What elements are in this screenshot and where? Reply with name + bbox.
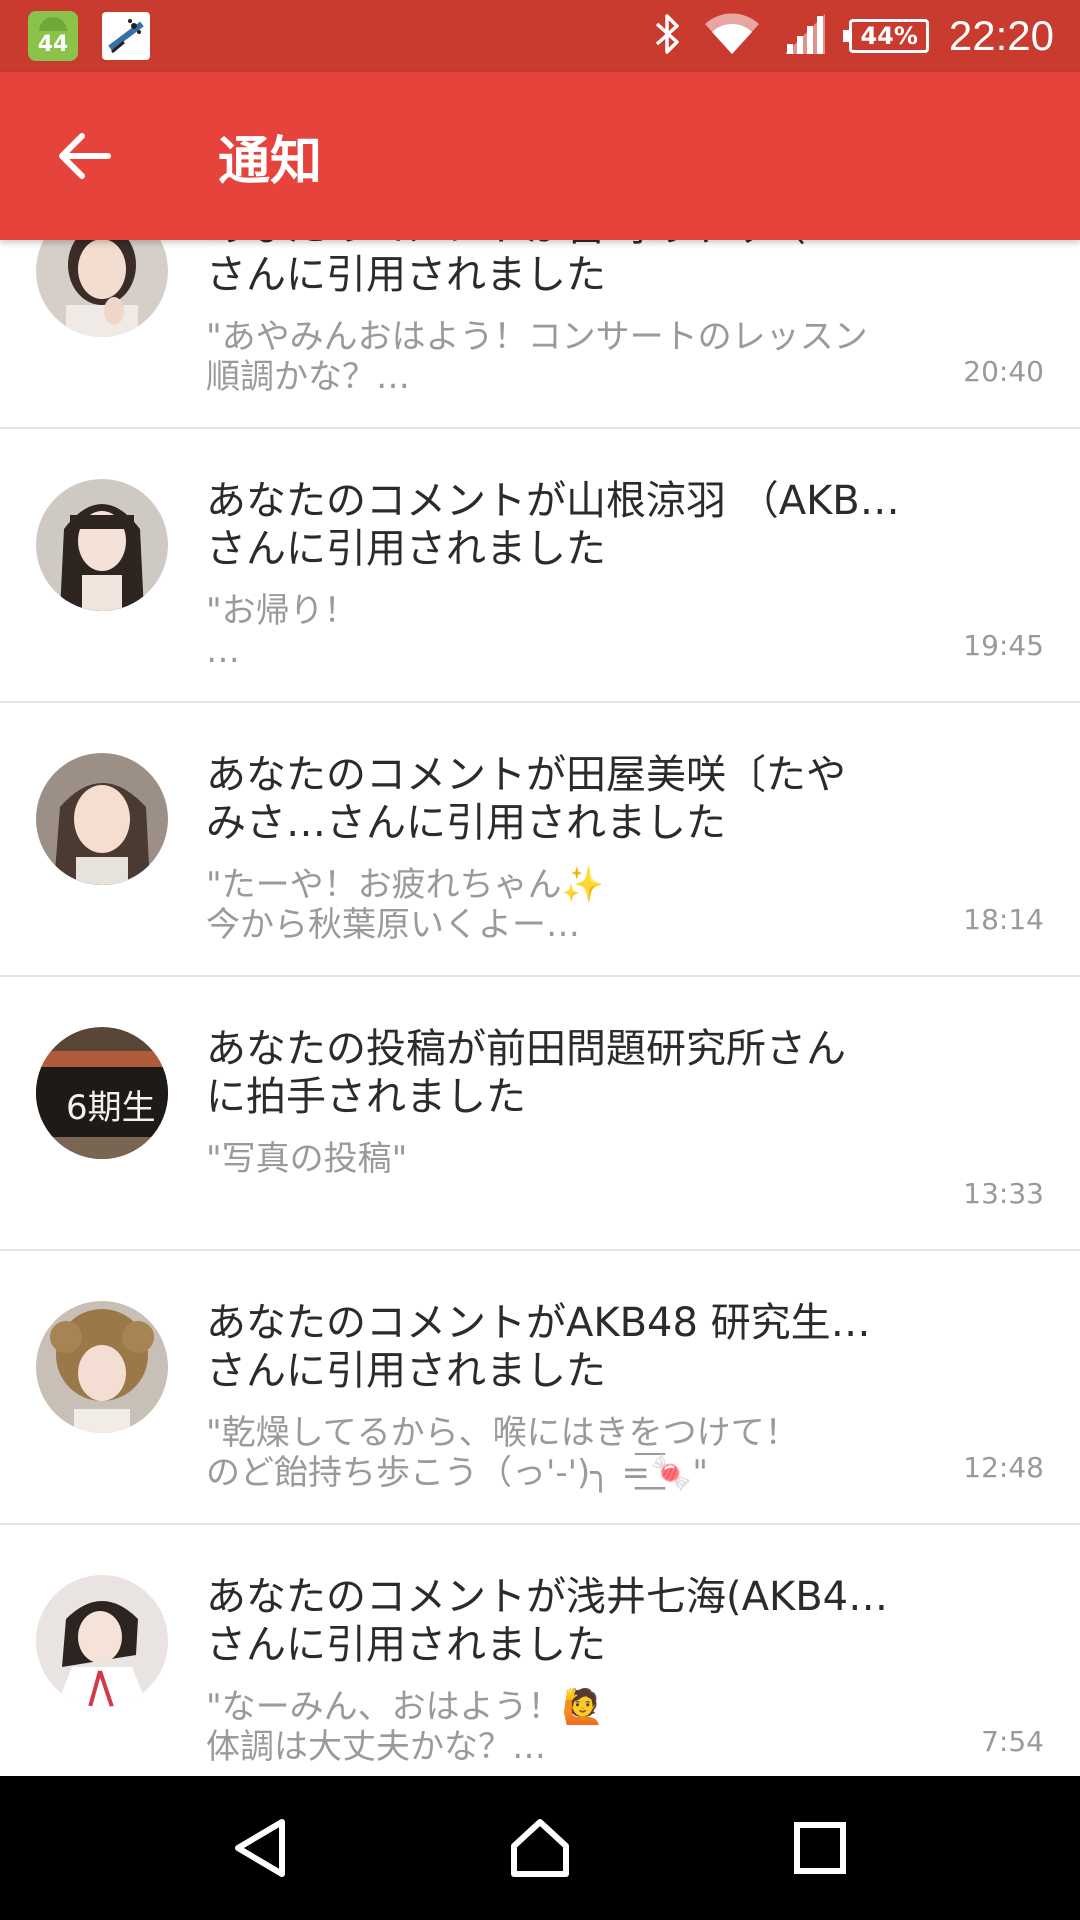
navigation-bar — [0, 1776, 1080, 1920]
notification-time: 19:45 — [963, 629, 1044, 662]
notification-title-line: あなたの投稿が前田問題研究所さん — [206, 1026, 846, 1072]
page-title: 通知 — [218, 131, 323, 192]
arrow-back-icon — [59, 133, 111, 179]
notification-title-line: さんに引用されました — [206, 252, 606, 298]
notification-excerpt: "写真の投稿" — [206, 1139, 936, 1179]
battery-indicator: 44% — [843, 19, 929, 53]
back-button[interactable] — [24, 96, 144, 216]
notification-item[interactable]: 6期生 あなたの投稿が前田問題研究所さん に拍手されました "写真の投稿" 13… — [0, 977, 1080, 1251]
avatar — [36, 1301, 168, 1433]
avatar — [36, 479, 168, 611]
notification-excerpt-line: 体調は大丈夫かな？… — [206, 1727, 546, 1767]
notification-title: あなたのコメントが宮崎あやみ（AKB… さんに引用されました — [206, 240, 936, 299]
notification-title-line: あなたのコメントが山根涼羽 （AKB… — [206, 478, 900, 524]
notification-excerpt-line: 順調かな？… — [206, 357, 410, 397]
status-bar: 44 44% 22:20 — [0, 0, 1080, 72]
notification-excerpt-line: "お帰り！ — [206, 591, 358, 631]
notification-item[interactable]: あなたのコメントが宮崎あやみ（AKB… さんに引用されました "あやみんおはよう… — [0, 240, 1080, 429]
android-notification-icon: 44 — [28, 11, 78, 61]
notification-title-line: さんに引用されました — [206, 526, 606, 572]
notification-title-line: あなたのコメントが宮崎あやみ（AKB… — [206, 240, 936, 251]
screen: 44 44% 22:20 通知 さんに引用されました "あやみんおはよう！コンサ… — [0, 0, 1080, 1920]
notification-item[interactable]: あなたのコメントが浅井七海(AKB4… さんに引用されました "なーみん、おはよ… — [0, 1525, 1080, 1776]
bluetooth-icon — [653, 12, 683, 60]
nav-back-button[interactable] — [200, 1788, 320, 1908]
svg-text:6期生: 6期生 — [66, 1088, 156, 1128]
notification-item[interactable]: あなたのコメントが山根涼羽 （AKB… さんに引用されました "お帰り！ … 1… — [0, 429, 1080, 703]
notification-time: 20:40 — [963, 355, 1044, 388]
notification-excerpt: "あやみんおはよう！コンサートのレッスン 順調かな？… — [206, 317, 936, 397]
notification-title-line: みさ…さんに引用されました — [206, 800, 726, 846]
nav-recents-icon — [794, 1822, 846, 1874]
notification-excerpt: "なーみん、おはよう！🙋 体調は大丈夫かな？… — [206, 1687, 936, 1767]
notification-title: あなたのコメントがAKB48 研究生… さんに引用されました — [206, 1299, 936, 1395]
notification-title-line: あなたのコメントが田屋美咲〔たや — [206, 752, 846, 798]
notification-title-line: あなたのコメントがAKB48 研究生… — [206, 1300, 871, 1346]
signal-icon — [781, 12, 829, 60]
notification-excerpt-line: 今から秋葉原いくよー… — [206, 905, 580, 945]
clock: 22:20 — [948, 12, 1054, 59]
notification-title-line: さんに引用されました — [206, 1622, 606, 1668]
notification-excerpt: "お帰り！ … — [206, 591, 936, 671]
notification-title: あなたのコメントが田屋美咲〔たや みさ…さんに引用されました — [206, 751, 936, 847]
notification-excerpt: "たーや！お疲れちゃん✨ 今から秋葉原いくよー… — [206, 865, 936, 945]
android-badge-count: 44 — [37, 32, 69, 57]
notification-title: あなたのコメントが浅井七海(AKB4… さんに引用されました — [206, 1573, 936, 1669]
notification-title-line: あなたのコメントが浅井七海(AKB4… — [206, 1574, 889, 1620]
notification-title: あなたの投稿が前田問題研究所さん に拍手されました — [206, 1025, 936, 1121]
notification-time: 12:48 — [963, 1451, 1044, 1484]
app-notification-icon — [102, 12, 150, 60]
notification-item[interactable]: あなたのコメントがAKB48 研究生… さんに引用されました "乾燥してるから、… — [0, 1251, 1080, 1525]
notification-title-line: さんに引用されました — [206, 1348, 606, 1394]
avatar — [36, 240, 168, 337]
notification-time: 18:14 — [963, 903, 1044, 936]
battery-percent: 44% — [860, 22, 918, 50]
wifi-icon — [703, 12, 761, 60]
app-bar: 通知 — [0, 72, 1080, 240]
notification-excerpt-line: "乾燥してるから、喉にはきをつけて！ — [206, 1413, 799, 1453]
notification-time: 13:33 — [963, 1177, 1044, 1210]
notification-excerpt-line: "写真の投稿" — [206, 1139, 408, 1179]
nav-home-icon — [511, 1819, 569, 1877]
nav-back-icon — [235, 1819, 285, 1877]
notification-excerpt-line: "なーみん、おはよう！🙋 — [206, 1687, 604, 1727]
notification-excerpt-line: … — [206, 631, 240, 671]
nav-recents-button[interactable] — [760, 1788, 880, 1908]
notification-excerpt: "乾燥してるから、喉にはきをつけて！ のど飴持ち歩こう（っ'-')╮ =͟͟͞🍬… — [206, 1413, 936, 1493]
notification-excerpt-line: "あやみんおはよう！コンサートのレッスン — [206, 317, 868, 357]
avatar: 6期生 — [36, 1027, 168, 1159]
notification-excerpt-line: "たーや！お疲れちゃん✨ — [206, 865, 604, 905]
notification-excerpt-line: のど飴持ち歩こう（っ'-')╮ =͟͟͞🍬" — [206, 1453, 708, 1493]
notification-item[interactable]: あなたのコメントが田屋美咲〔たや みさ…さんに引用されました "たーや！お疲れち… — [0, 703, 1080, 977]
avatar — [36, 753, 168, 885]
notification-time: 7:54 — [981, 1725, 1044, 1758]
nav-home-button[interactable] — [480, 1788, 600, 1908]
avatar — [36, 1575, 168, 1707]
notification-list[interactable]: あなたのコメントが宮崎あやみ（AKB… さんに引用されました "あやみんおはよう… — [0, 240, 1080, 1776]
notification-title-line: に拍手されました — [206, 1074, 526, 1120]
notification-title: あなたのコメントが山根涼羽 （AKB… さんに引用されました — [206, 477, 936, 573]
